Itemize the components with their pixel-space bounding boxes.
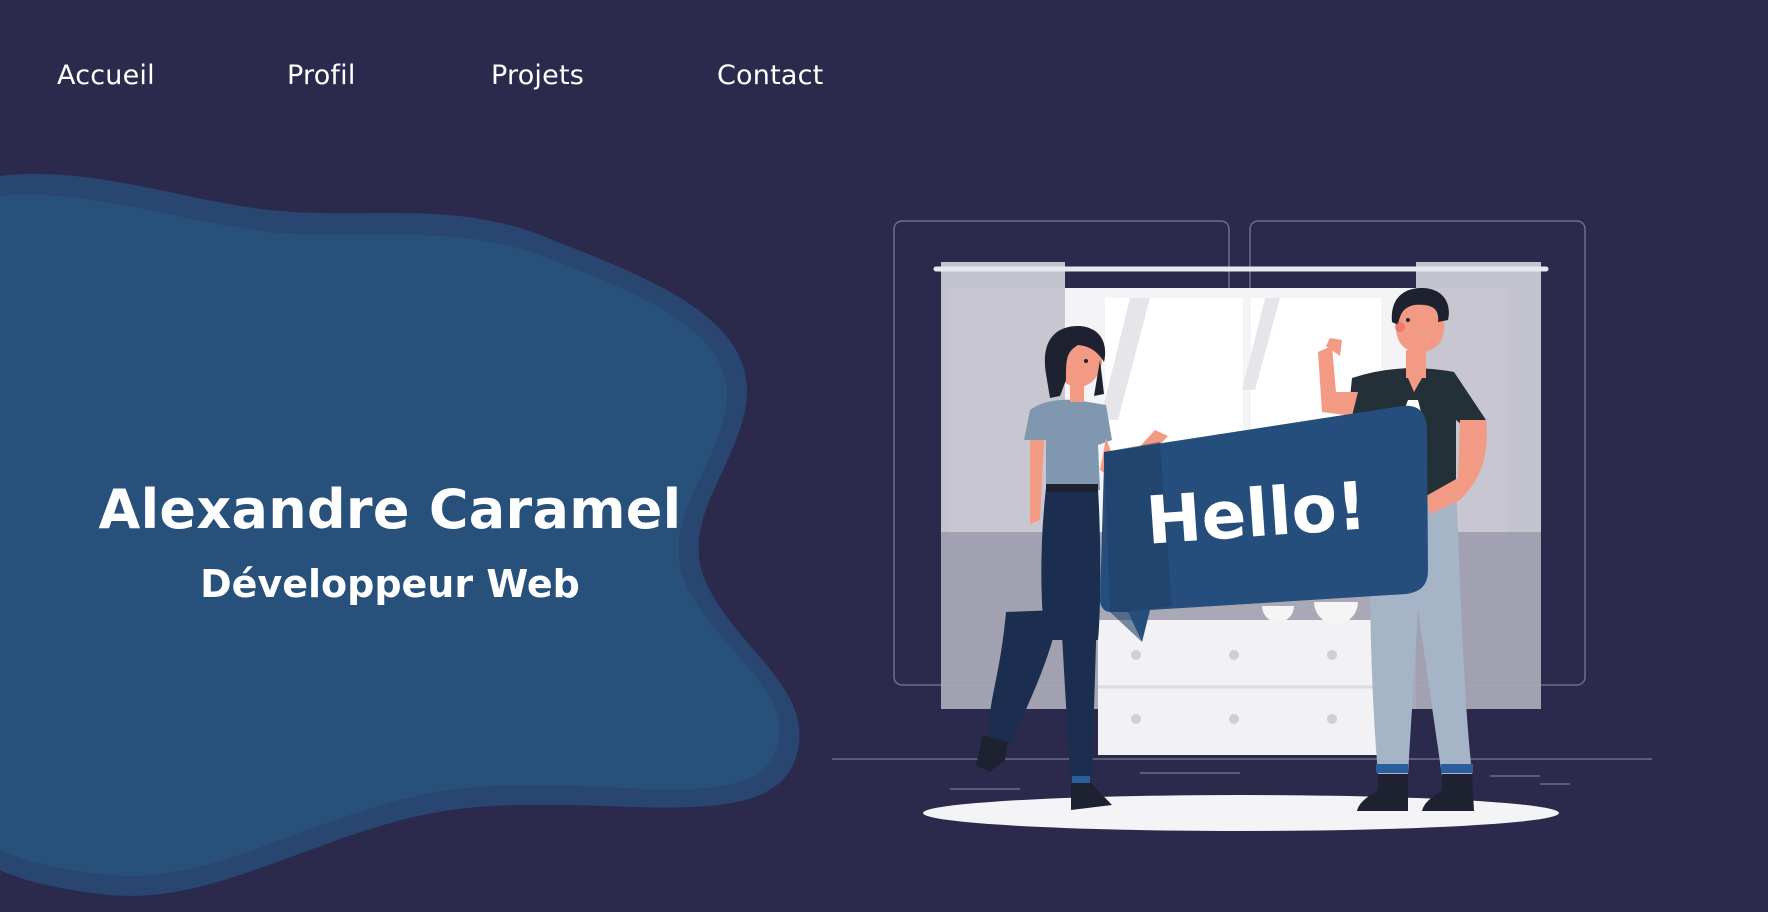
- sign-text: Hello!: [1144, 467, 1370, 559]
- nav-link-accueil[interactable]: Accueil: [57, 56, 155, 96]
- nav-link-profil[interactable]: Profil: [287, 56, 356, 96]
- page: Accueil Profil Projets Contact Alexandre…: [0, 0, 1768, 912]
- hero-blob-shape: [0, 173, 800, 896]
- hello-illustration: Hello!: [832, 220, 1652, 831]
- hero-name: Alexandre Caramel: [98, 478, 682, 541]
- main-nav: Accueil Profil Projets Contact: [0, 56, 900, 96]
- hero-role: Développeur Web: [200, 562, 580, 606]
- nav-link-contact[interactable]: Contact: [717, 56, 823, 96]
- nav-link-projets[interactable]: Projets: [491, 56, 584, 96]
